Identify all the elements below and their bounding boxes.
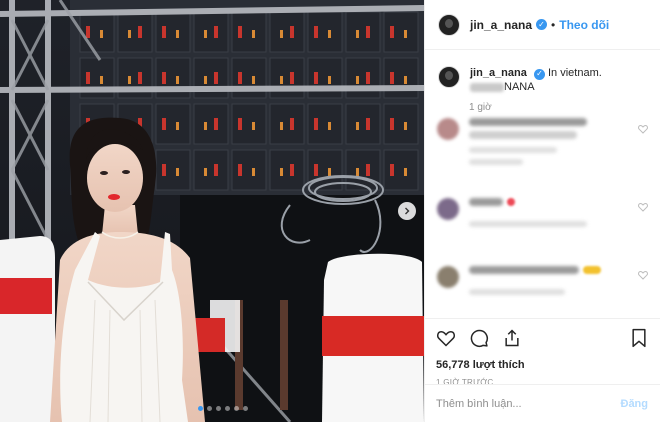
caption-time: 1 giờ (469, 102, 492, 113)
carousel-dot (216, 406, 221, 411)
username[interactable]: jin_a_nana (470, 18, 532, 32)
blurred-emoji (583, 266, 601, 274)
follow-button[interactable]: Theo dõi (559, 18, 609, 32)
heart-icon[interactable] (436, 328, 456, 348)
comment-item (437, 266, 601, 300)
blurred-emoji (507, 198, 515, 206)
comment-body (469, 266, 601, 300)
caption: jin_a_nana ✓ In vietnam. NANA (438, 66, 650, 94)
comment-avatar[interactable] (437, 118, 459, 140)
caption-avatar[interactable] (438, 66, 460, 88)
heart-icon[interactable] (638, 270, 648, 280)
comment-item (437, 198, 587, 232)
carousel-dot (243, 406, 248, 411)
add-comment-bar: Đăng (424, 384, 660, 422)
heart-icon[interactable] (638, 124, 648, 134)
blurred-meta (469, 147, 557, 153)
blurred-text (469, 198, 503, 206)
comment-input[interactable] (436, 397, 621, 410)
comment-icon[interactable] (469, 328, 489, 348)
photo-scene (0, 0, 424, 422)
caption-signature: NANA (504, 81, 535, 93)
caption-body: In vietnam. (547, 67, 602, 79)
comment-body (469, 118, 587, 170)
carousel-dot (198, 406, 203, 411)
action-icons (436, 327, 648, 349)
post-photo[interactable] (0, 0, 424, 422)
share-icon[interactable] (502, 328, 522, 348)
separator-dot: • (551, 17, 556, 32)
carousel-dot (225, 406, 230, 411)
avatar[interactable] (438, 13, 460, 36)
post-comment-button[interactable]: Đăng (621, 398, 649, 410)
carousel-dots (198, 406, 248, 411)
comment-avatar[interactable] (437, 198, 459, 220)
comment-body (469, 198, 587, 232)
carousel-dot (234, 406, 239, 411)
carousel-dot (207, 406, 212, 411)
blurred-meta (469, 289, 565, 295)
next-photo-button[interactable] (398, 202, 416, 220)
blurred-text (469, 131, 577, 139)
heart-icon[interactable] (638, 202, 648, 212)
comment-item (437, 118, 587, 170)
bookmark-icon[interactable] (630, 328, 648, 348)
verified-badge-icon: ✓ (533, 68, 545, 80)
blurred-meta (469, 159, 523, 165)
blurred-text (469, 118, 587, 126)
caption-username[interactable]: jin_a_nana (470, 67, 527, 79)
like-count[interactable]: 56,778 lượt thích (436, 359, 648, 371)
caption-text: jin_a_nana ✓ In vietnam. NANA (470, 66, 602, 94)
comment-avatar[interactable] (437, 266, 459, 288)
blurred-meta (469, 221, 587, 227)
action-bar: 56,778 lượt thích 1 GIỜ TRƯỚC (424, 318, 660, 387)
post-header: jin_a_nana ✓ • Theo dõi (425, 0, 660, 50)
blurred-text (469, 266, 579, 274)
verified-badge-icon: ✓ (536, 19, 548, 30)
blurred-mention (470, 82, 504, 92)
chevron-right-icon (405, 207, 410, 215)
